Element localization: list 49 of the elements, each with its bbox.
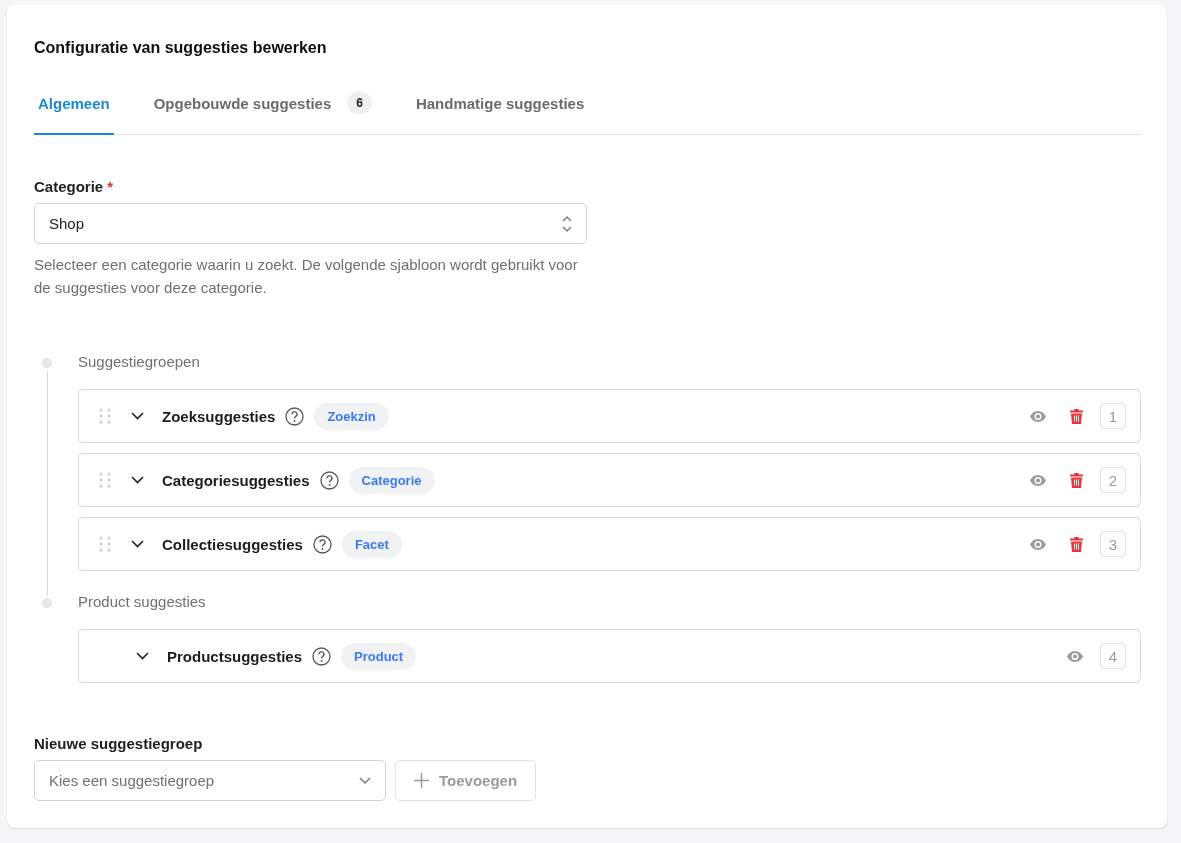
chevron-icon[interactable] [131,412,144,420]
trash-icon[interactable] [1070,536,1083,552]
group-title: Categoriesuggesties [162,471,310,489]
group-title: Collectiesuggesties [162,535,303,553]
field-label: Nieuwe suggestiegroep [34,735,203,752]
field-label: Categorie [34,178,104,195]
type-tag: Facet [341,530,402,558]
drag-handle-icon[interactable] [99,536,111,552]
group-title: Zoeksuggesties [162,407,276,425]
type-tag: Zoekzin [314,402,389,430]
type-tag: Categorie [348,466,435,494]
eye-icon[interactable] [1030,474,1046,486]
page-title: Configuratie van suggesties bewerken [34,39,328,57]
section-label: Product suggesties [78,593,207,610]
help-icon[interactable] [285,406,305,426]
help-text: Selecteer een categorie waarin u zoekt. De volgende sjabloon wordt gebruikt voor de suggesties voor deze categorie. [34,255,579,298]
timeline-dot [42,598,52,608]
required-mark: * [107,178,114,195]
tab[interactable]: Handmatige suggesties [411,92,589,135]
add-button[interactable]: Toevoegen [395,760,537,801]
drag-handle-icon[interactable] [99,408,111,424]
order-number: 4 [1100,643,1126,669]
eye-icon[interactable] [1030,410,1046,422]
sort-arrows-icon [562,215,572,232]
order-number: 2 [1100,467,1126,493]
eye-icon[interactable] [1067,650,1083,662]
tab[interactable]: Algemeen [34,92,114,135]
help-icon[interactable] [312,646,332,666]
drag-handle-icon[interactable] [99,472,111,488]
section-label: Suggestiegroepen [78,353,201,370]
chevron-icon[interactable] [131,476,144,484]
chevron-icon[interactable] [131,540,144,548]
tab[interactable]: Opgebouwde suggesties 6 [149,92,376,135]
count-badge: 6 [347,92,372,114]
order-number: 3 [1100,531,1126,557]
chevron-icon [359,777,371,784]
trash-icon[interactable] [1070,408,1083,424]
order-number: 1 [1100,403,1126,429]
chevron-icon[interactable] [136,652,149,660]
help-icon[interactable] [312,534,332,554]
plus-icon [414,773,429,788]
timeline-dot [42,358,52,368]
eye-icon[interactable] [1030,538,1046,550]
group-title: Productsuggesties [167,647,303,665]
help-icon[interactable] [319,470,339,490]
trash-icon[interactable] [1070,472,1083,488]
category-select[interactable]: Shop [34,203,587,244]
type-tag: Product [341,642,417,670]
group-select[interactable]: Kies een suggestiegroep [34,760,386,801]
